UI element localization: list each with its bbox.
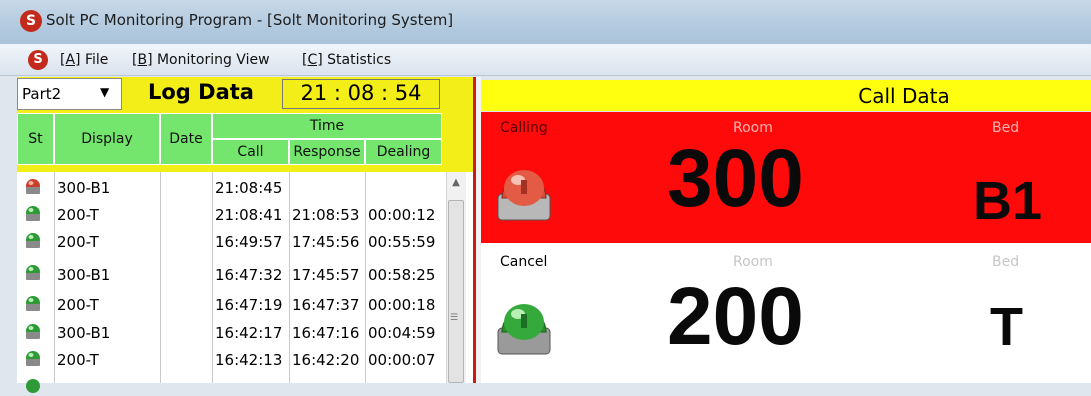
menu-monitoring-label: Monitoring View <box>152 52 270 68</box>
row-call: 16:47:32 <box>215 266 283 284</box>
red-alarm-lamp-icon <box>497 170 551 221</box>
bed-label: Bed <box>992 254 1020 270</box>
row-call: 16:49:57 <box>215 233 283 251</box>
green-lamp-icon <box>26 206 40 221</box>
header-call[interactable]: Call <box>212 139 289 165</box>
green-lamp-icon <box>26 324 40 339</box>
row-dealing: 00:58:25 <box>368 266 436 284</box>
row-display: 200-T <box>57 296 99 314</box>
row-response: 17:45:56 <box>292 233 360 251</box>
menu-file-key: [A] <box>60 52 81 68</box>
scroll-grip-icon: ☰ <box>450 313 459 323</box>
bed-label: Bed <box>992 120 1020 136</box>
row-call: 16:47:19 <box>215 296 283 314</box>
green-alarm-lamp-icon <box>497 304 551 355</box>
green-lamp-icon <box>26 296 40 311</box>
row-response: 17:45:57 <box>292 266 360 284</box>
header-dealing[interactable]: Dealing <box>365 139 442 165</box>
row-display: 300-B1 <box>57 179 111 197</box>
green-lamp-icon <box>26 351 40 366</box>
app-logo-icon[interactable]: S <box>20 10 42 32</box>
call-status-label: Calling <box>500 120 548 136</box>
scroll-thumb[interactable] <box>448 200 464 383</box>
row-response: 21:08:53 <box>292 206 360 224</box>
window-title: Solt PC Monitoring Program - [Solt Monit… <box>46 11 454 29</box>
header-time[interactable]: Time <box>212 113 442 139</box>
scroll-up-arrow-icon[interactable]: ▲ <box>446 172 466 194</box>
room-label: Room <box>733 254 773 270</box>
header-date[interactable]: Date <box>160 113 212 165</box>
clock-display: 21 : 08 : 54 <box>300 81 422 105</box>
call-data-title: Call Data <box>858 84 950 108</box>
red-lamp-icon <box>26 179 40 194</box>
room-number: 200 <box>667 271 804 362</box>
row-call: 21:08:41 <box>215 206 283 224</box>
part-dropdown-value: Part2 <box>22 85 62 103</box>
row-dealing: 00:04:59 <box>368 324 436 342</box>
menu-statistics[interactable]: [C] Statistics <box>302 52 391 68</box>
row-dealing: 00:00:07 <box>368 351 436 369</box>
call-status-label: Cancel <box>500 254 548 270</box>
header-response[interactable]: Response <box>289 139 365 165</box>
menu-app-icon[interactable]: S <box>28 50 48 70</box>
row-display: 300-B1 <box>57 266 111 284</box>
green-lamp-icon <box>26 233 40 248</box>
row-response: 16:42:20 <box>292 351 360 369</box>
row-dealing: 00:00:12 <box>368 206 436 224</box>
chevron-down-icon[interactable]: ▼ <box>100 85 109 99</box>
header-st[interactable]: St <box>17 113 54 165</box>
row-call: 16:42:17 <box>215 324 283 342</box>
row-display: 300-B1 <box>57 324 111 342</box>
green-lamp-icon <box>26 265 40 280</box>
row-display: 200-T <box>57 351 99 369</box>
row-response: 16:47:37 <box>292 296 360 314</box>
bed-value: T <box>990 297 1023 357</box>
row-dealing: 00:00:18 <box>368 296 436 314</box>
row-dealing: 00:55:59 <box>368 233 436 251</box>
menu-monitoring-key: [B] <box>132 52 153 68</box>
row-response: 16:47:16 <box>292 324 360 342</box>
menu-statistics-key: [C] <box>302 52 323 68</box>
menu-file[interactable]: [A] File <box>60 52 108 68</box>
room-number: 300 <box>667 133 804 224</box>
row-call: 21:08:45 <box>215 179 283 197</box>
bed-value: B1 <box>973 171 1043 231</box>
row-call: 16:42:13 <box>215 351 283 369</box>
log-data-title: Log Data <box>148 80 254 104</box>
green-lamp-icon <box>26 379 40 393</box>
menu-statistics-label: Statistics <box>322 52 392 68</box>
row-display: 200-T <box>57 233 99 251</box>
row-display: 200-T <box>57 206 99 224</box>
menu-monitoring-view[interactable]: [B] Monitoring View <box>132 52 270 68</box>
menu-file-label: File <box>80 52 109 68</box>
header-display[interactable]: Display <box>54 113 160 165</box>
panel-divider[interactable] <box>473 77 481 383</box>
